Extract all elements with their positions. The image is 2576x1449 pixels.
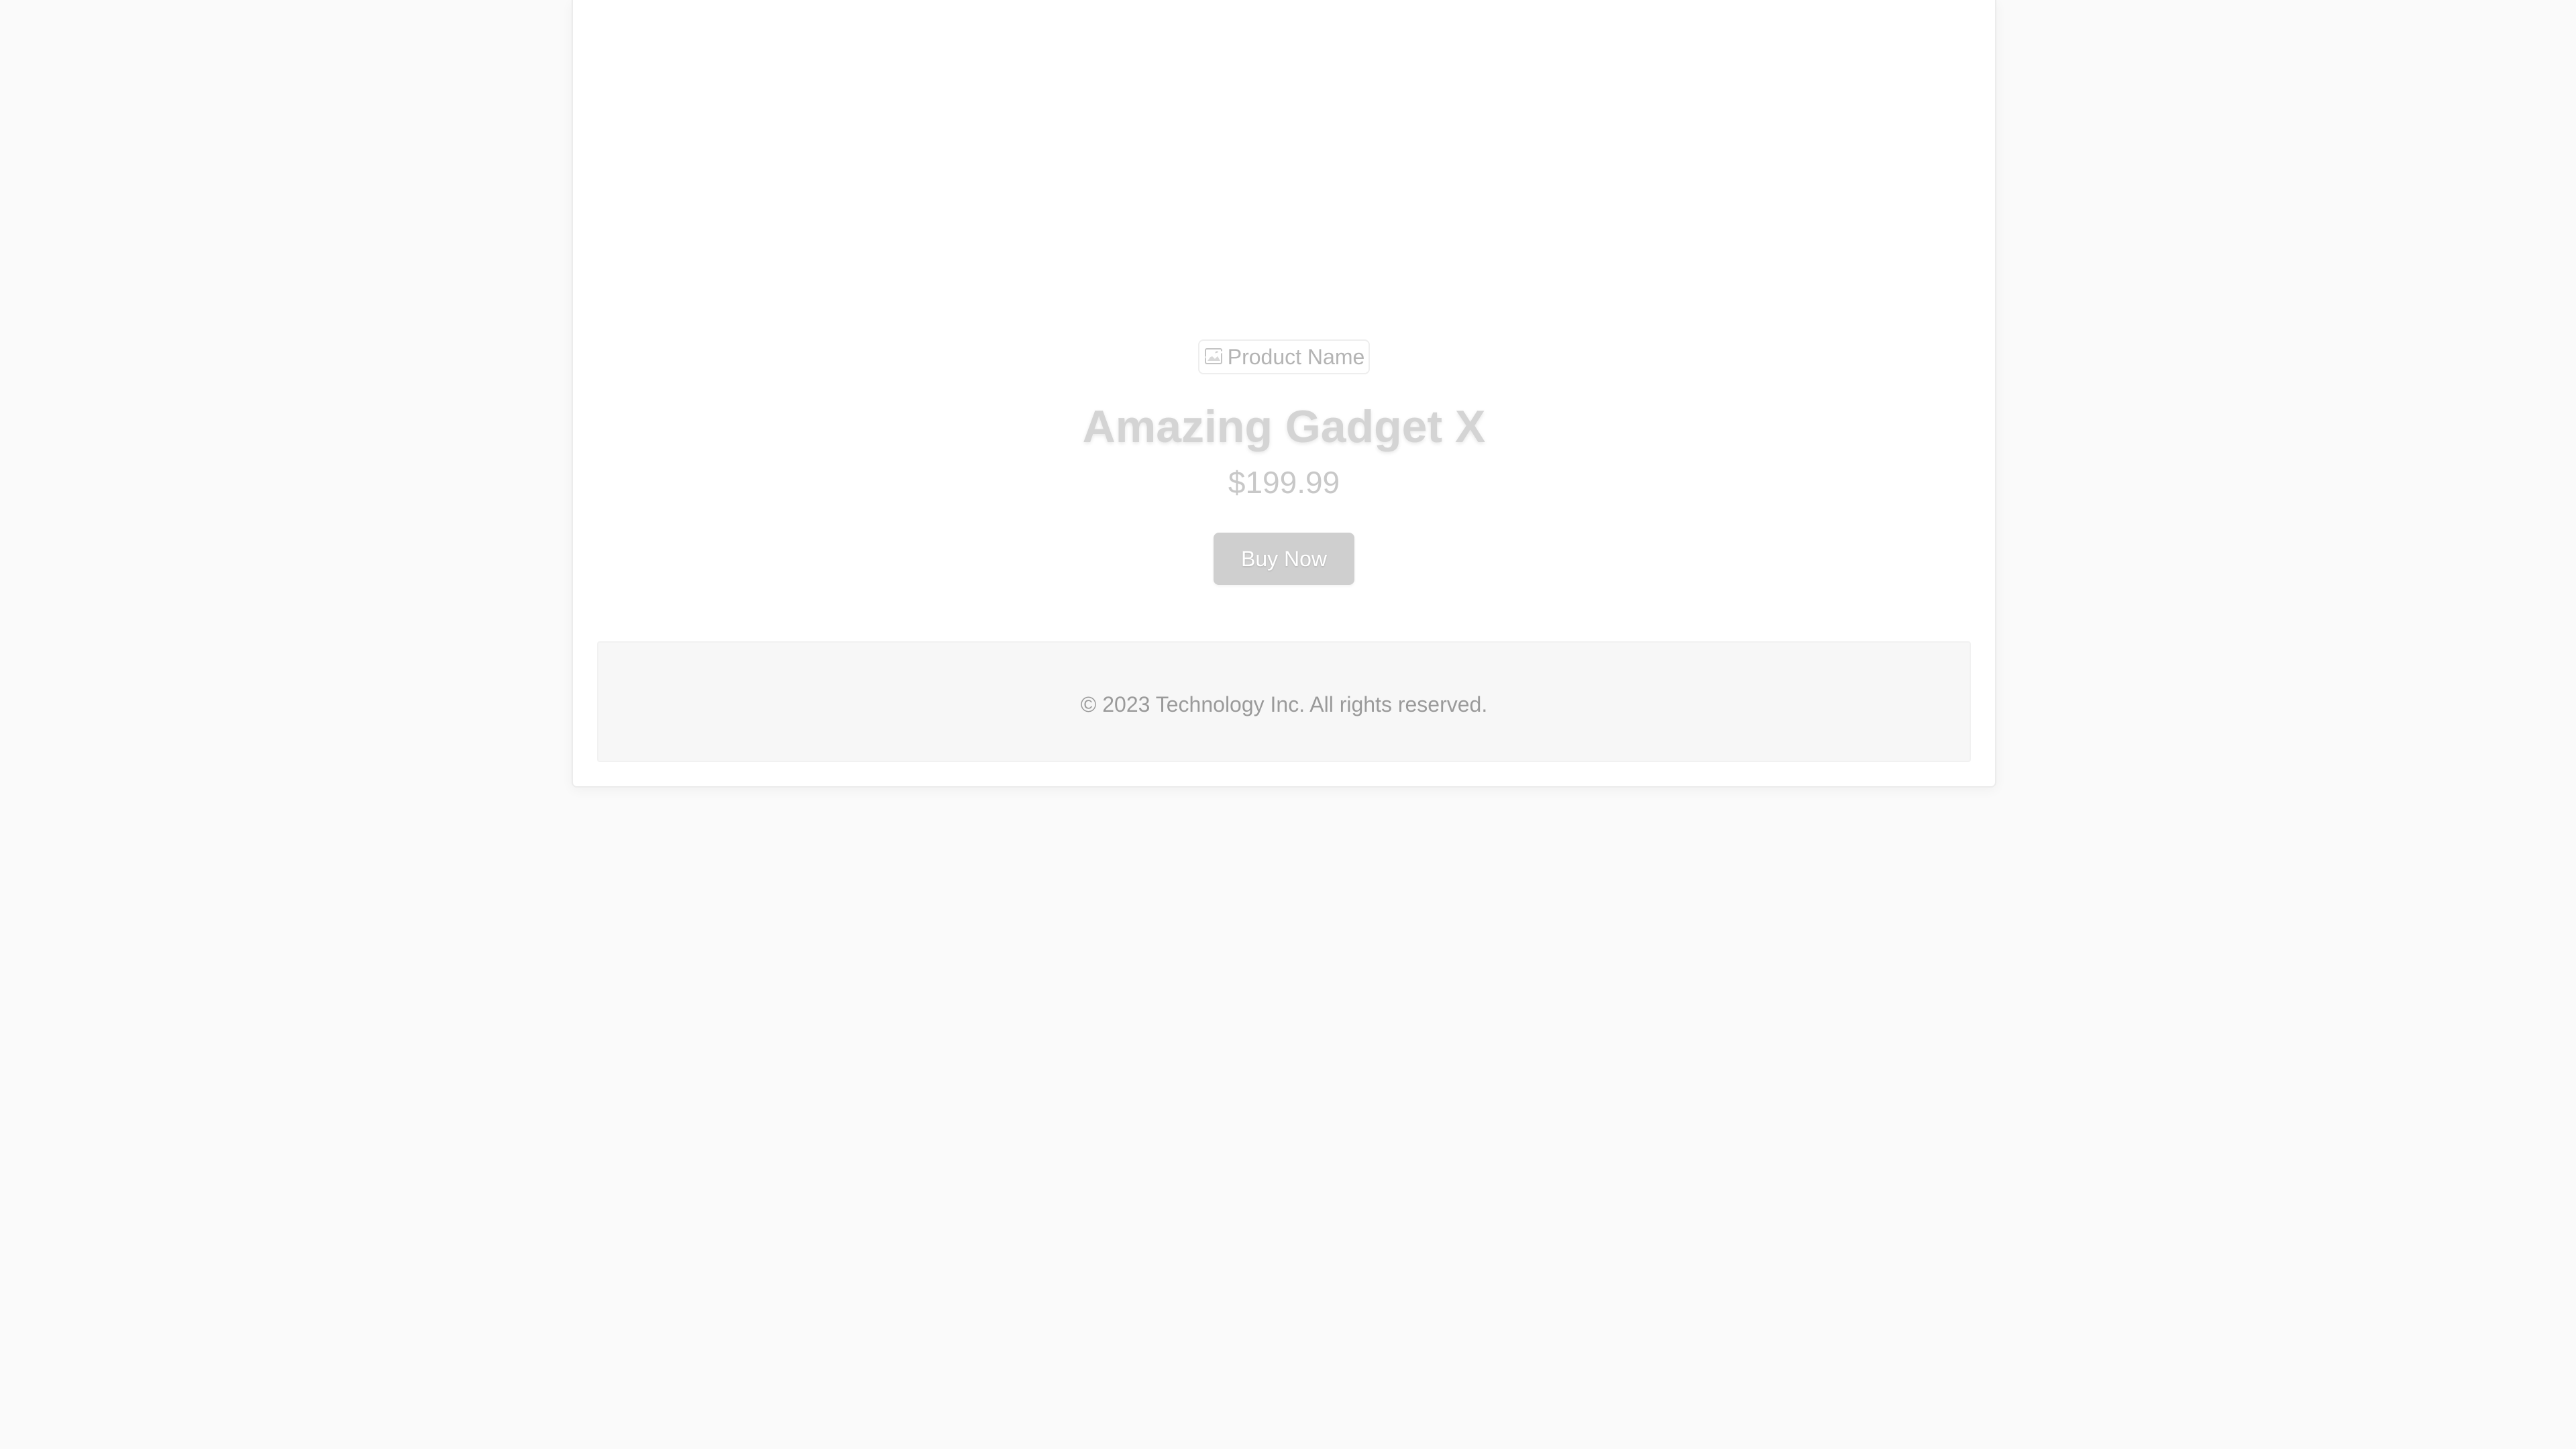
product-image-alt-text: Product Name bbox=[1227, 344, 1365, 369]
product-title: Amazing Gadget X bbox=[1082, 401, 1486, 452]
footer-copyright: © 2023 Technology Inc. All rights reserv… bbox=[1080, 692, 1488, 716]
broken-image-icon bbox=[1203, 345, 1226, 368]
footer: © 2023 Technology Inc. All rights reserv… bbox=[597, 641, 1971, 762]
product-image: Product Name bbox=[1197, 339, 1371, 374]
product-price: $199.99 bbox=[1228, 465, 1340, 500]
buy-now-button[interactable]: Buy Now bbox=[1214, 533, 1354, 585]
product-section: Product Name Amazing Gadget X $199.99 Bu… bbox=[573, 339, 1995, 585]
product-card: Product Name Amazing Gadget X $199.99 Bu… bbox=[572, 0, 1996, 788]
